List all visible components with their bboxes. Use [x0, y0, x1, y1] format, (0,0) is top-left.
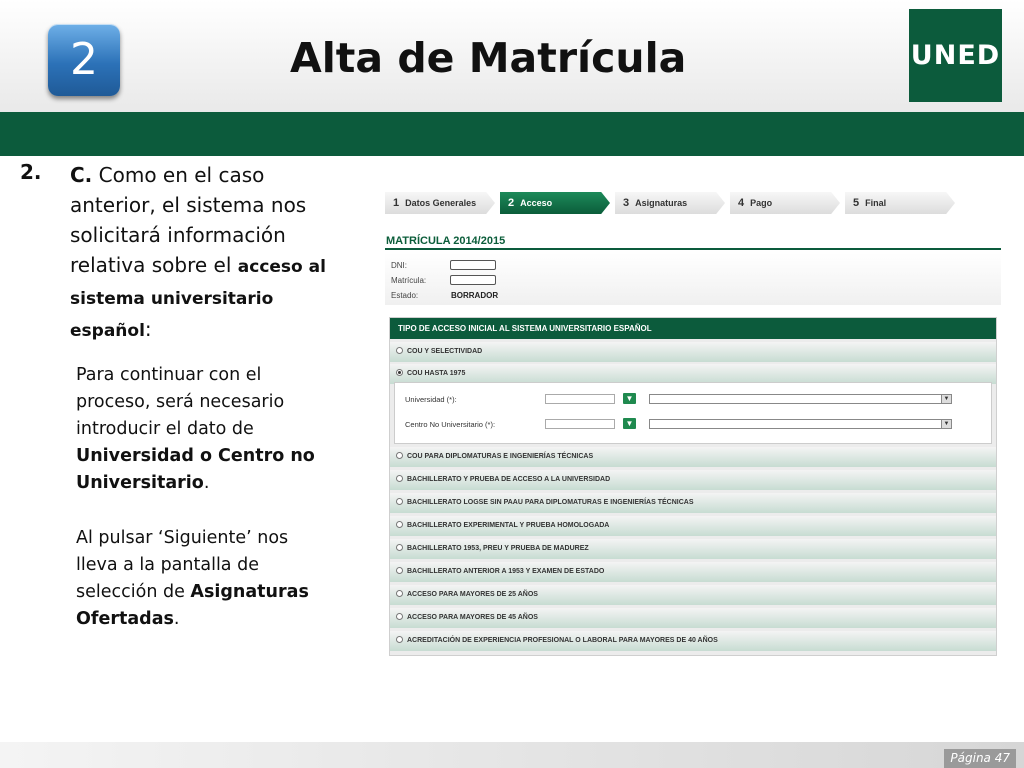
access-option-label: ACCESO PARA MAYORES DE 25 AÑOS: [407, 591, 538, 598]
radio-button[interactable]: [396, 589, 403, 597]
wizard-step-datos-generales[interactable]: 1 Datos Generales: [385, 192, 495, 214]
access-option[interactable]: BACHILLERATO ANTERIOR A 1953 Y EXAMEN DE…: [390, 562, 996, 582]
wizard-step-label: Acceso: [520, 198, 553, 208]
dni-label: DNI:: [391, 261, 407, 270]
access-option-label: BACHILLERATO EXPERIMENTAL Y PRUEBA HOMOL…: [407, 522, 610, 529]
access-option[interactable]: COU Y SELECTIVIDAD: [390, 342, 996, 362]
estado-label: Estado:: [391, 291, 419, 300]
step-letter: C.: [70, 163, 93, 187]
access-option[interactable]: BACHILLERATO EXPERIMENTAL Y PRUEBA HOMOL…: [390, 516, 996, 536]
wizard-step-number: 3: [623, 197, 630, 209]
wizard-step-number: 1: [393, 197, 400, 209]
filter-funnel-icon[interactable]: ▼: [623, 393, 636, 404]
wizard-step-label: Asignaturas: [635, 198, 688, 208]
access-type-title: TIPO DE ACCESO INICIAL AL SISTEMA UNIVER…: [390, 318, 996, 339]
wizard-step-acceso[interactable]: 2 Acceso: [500, 192, 610, 214]
slide-title: Alta de Matrícula: [290, 34, 687, 82]
info-1-end: .: [203, 473, 210, 493]
access-option-label: ACREDITACIÓN DE EXPERIENCIA PROFESIONAL …: [407, 637, 718, 644]
wizard-step-label: Datos Generales: [405, 198, 477, 208]
university-selection-box: Universidad (*): ▼ ▼ Centro No Universit…: [394, 382, 992, 444]
chevron-down-icon[interactable]: ▼: [941, 395, 951, 403]
wizard-steps: 1 Datos Generales 2 Acceso 3 Asignaturas 4P…: [385, 192, 1001, 214]
access-option-label: BACHILLERATO Y PRUEBA DE ACCESO A LA UNI…: [407, 476, 611, 483]
centro-code-field[interactable]: [545, 419, 615, 429]
radio-button[interactable]: [396, 451, 403, 459]
wizard-step-final[interactable]: 5 Final: [845, 192, 955, 214]
radio-button[interactable]: [396, 543, 403, 551]
access-option-label: BACHILLERATO LOGSE SIN PAAU PARA DIPLOMA…: [407, 499, 694, 506]
radio-button[interactable]: [396, 635, 403, 643]
access-option[interactable]: BACHILLERATO 1953, PREU Y PRUEBA DE MADU…: [390, 539, 996, 559]
header-band: [0, 112, 1024, 156]
wizard-step-number: 4: [738, 197, 745, 209]
access-option[interactable]: ACCESO PARA MAYORES DE 45 AÑOS: [390, 608, 996, 628]
chevron-down-icon[interactable]: ▼: [941, 420, 951, 428]
info-1-text: Para continuar con el proceso, será nece…: [76, 365, 285, 439]
footer-bar: [0, 742, 1024, 768]
page-number: Página 47: [944, 749, 1016, 768]
access-option-label: COU Y SELECTIVIDAD: [407, 348, 483, 355]
centro-label: Centro No Universitario (*):: [405, 420, 496, 429]
universidad-select[interactable]: ▼: [649, 394, 952, 404]
centro-select[interactable]: ▼: [649, 419, 952, 429]
wizard-step-number: 2: [508, 197, 515, 209]
matricula-screenshot: 1 Datos Generales 2 Acceso 3 Asignaturas 4P…: [385, 188, 1001, 656]
access-option-selected[interactable]: COU HASTA 1975: [390, 364, 996, 384]
wizard-step-label: Final: [865, 198, 887, 208]
access-option-label: BACHILLERATO ANTERIOR A 1953 Y EXAMEN DE…: [407, 568, 605, 575]
universidad-code-field[interactable]: [545, 394, 615, 404]
info-2-end: .: [173, 609, 180, 629]
radio-button[interactable]: [396, 612, 403, 620]
radio-button[interactable]: [396, 474, 403, 482]
access-option-label: ACCESO PARA MAYORES DE 45 AÑOS: [407, 614, 538, 621]
wizard-step-pago[interactable]: 4 Pago: [730, 192, 840, 214]
student-fields: DNI: Matrícula: Estado: BORRADOR: [385, 253, 1001, 305]
radio-button-selected[interactable]: [396, 368, 403, 376]
access-option[interactable]: ACREDITACIÓN DE EXPERIENCIA PROFESIONAL …: [390, 631, 996, 651]
filter-funnel-icon[interactable]: ▼: [623, 418, 636, 429]
uned-logo: UNED: [909, 9, 1002, 102]
estado-value: BORRADOR: [451, 291, 499, 300]
info-paragraph-2: Al pulsar ‘Siguiente’ nos lleva a la pan…: [76, 525, 326, 633]
universidad-label: Universidad (*):: [405, 395, 457, 404]
radio-button[interactable]: [396, 497, 403, 505]
radio-button[interactable]: [396, 520, 403, 528]
step-text-part-2: :: [144, 317, 152, 341]
step-number-badge: 2: [48, 24, 120, 96]
access-option-label: COU PARA DIPLOMATURAS E INGENIERÍAS TÉCN…: [407, 453, 594, 460]
radio-button[interactable]: [396, 566, 403, 574]
wizard-step-number: 5: [853, 197, 860, 209]
step-number: 2.: [20, 160, 42, 184]
radio-button[interactable]: [396, 346, 403, 354]
wizard-step-asignaturas[interactable]: 3 Asignaturas: [615, 192, 725, 214]
matricula-heading: MATRÍCULA 2014/2015: [386, 235, 506, 247]
wizard-step-label: Pago: [750, 198, 773, 208]
matricula-label: Matrícula:: [391, 276, 427, 285]
access-type-panel: TIPO DE ACCESO INICIAL AL SISTEMA UNIVER…: [389, 317, 997, 656]
heading-divider: [385, 248, 1001, 250]
access-option-label: BACHILLERATO 1953, PREU Y PRUEBA DE MADU…: [407, 545, 589, 552]
access-option[interactable]: BACHILLERATO LOGSE SIN PAAU PARA DIPLOMA…: [390, 493, 996, 513]
info-paragraph-1: Para continuar con el proceso, será nece…: [76, 362, 326, 497]
step-description: C. Como en el caso anterior, el sistema …: [70, 160, 340, 346]
info-1-bold: Universidad o Centro no Universitario: [76, 446, 315, 493]
access-option[interactable]: COU PARA DIPLOMATURAS E INGENIERÍAS TÉCN…: [390, 447, 996, 467]
access-option[interactable]: BACHILLERATO Y PRUEBA DE ACCESO A LA UNI…: [390, 470, 996, 490]
matricula-field[interactable]: [450, 275, 496, 285]
access-option[interactable]: ACCESO PARA MAYORES DE 25 AÑOS: [390, 585, 996, 605]
dni-field[interactable]: [450, 260, 496, 270]
access-option-label: COU HASTA 1975: [407, 370, 466, 377]
